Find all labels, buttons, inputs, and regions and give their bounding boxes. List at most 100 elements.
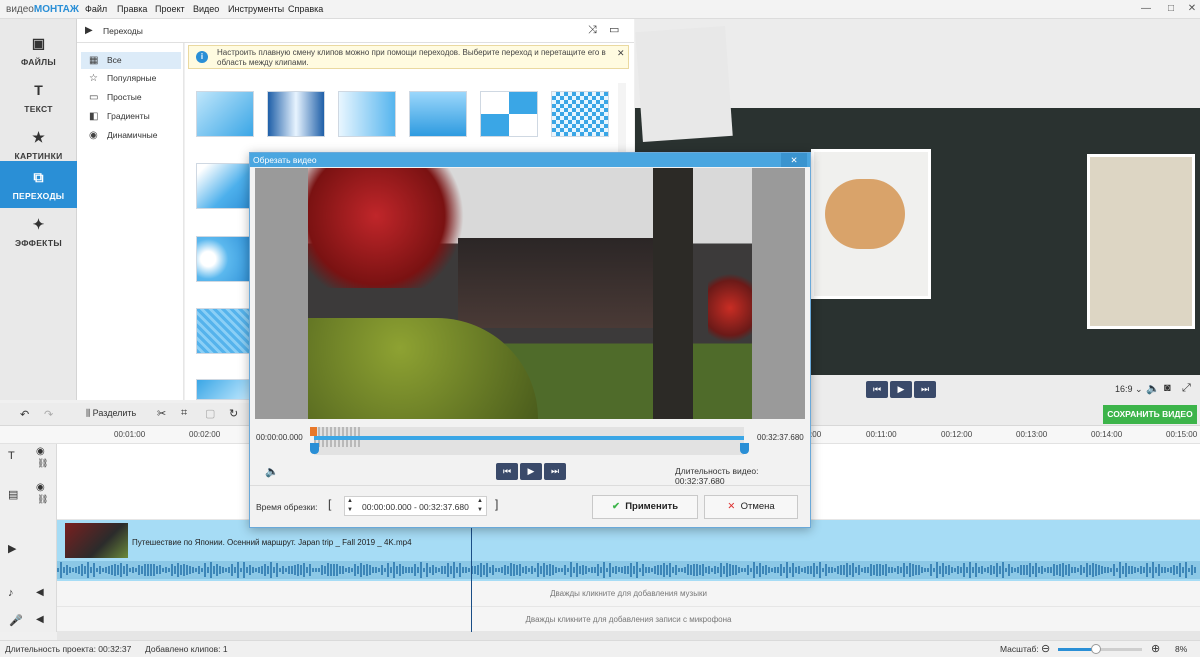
set-start-bracket-icon[interactable]: [: [328, 497, 331, 511]
zoom-slider-handle[interactable]: [1090, 644, 1101, 654]
apply-button[interactable]: ✔ Применить: [592, 495, 698, 519]
waveform-bar: [507, 565, 509, 575]
undo-icon[interactable]: ↶: [20, 408, 29, 421]
fullscreen-icon[interactable]: ⤢: [1182, 382, 1191, 395]
video-track[interactable]: Путешествие по Японии. Осенний маршрут. …: [57, 520, 1200, 581]
mic-track[interactable]: Дважды кликните для добавления записи с …: [57, 607, 1200, 632]
nav-effects[interactable]: ✦ ЭФФЕКТЫ: [0, 208, 77, 255]
category-all[interactable]: ▦ Все: [81, 52, 181, 69]
split-button[interactable]: ⫼ Разделить: [86, 408, 136, 419]
menu-video[interactable]: Видео: [193, 4, 219, 14]
scissors-icon[interactable]: ✂: [157, 407, 166, 420]
trim-time-field[interactable]: ▲ ▼ 00:00:00.000 - 00:32:37.680 ▲ ▼: [344, 496, 487, 516]
prev-frame-icon[interactable]: ⏮: [496, 463, 518, 480]
rotate-icon[interactable]: ↻: [229, 407, 238, 420]
trim-selected-range: [314, 436, 744, 440]
transition-thumb[interactable]: [196, 91, 254, 137]
category-popular[interactable]: ☆ Популярные: [81, 70, 181, 87]
waveform-bar: [105, 566, 107, 574]
zoom-in-icon[interactable]: ⊕: [1151, 642, 1160, 655]
menu-help[interactable]: Справка: [288, 4, 323, 14]
waveform-bar: [393, 562, 395, 578]
next-frame-icon[interactable]: ⏭: [914, 381, 936, 398]
speaker-icon[interactable]: ◀: [36, 614, 44, 625]
trim-end-handle[interactable]: [740, 443, 749, 454]
waveform-bar: [213, 565, 215, 575]
playhead-marker[interactable]: [310, 427, 317, 436]
waveform-bar: [804, 567, 806, 573]
minimize-icon[interactable]: —: [1136, 3, 1156, 14]
link-icon[interactable]: ⛓: [37, 494, 48, 505]
waveform-bar: [204, 562, 206, 578]
play-icon[interactable]: ▶: [890, 381, 912, 398]
next-frame-icon[interactable]: ⏭: [544, 463, 566, 480]
zoom-slider[interactable]: [1058, 644, 1142, 654]
volume-icon[interactable]: 🔈: [265, 465, 279, 478]
set-end-bracket-icon[interactable]: ]: [495, 497, 498, 511]
waveform-bar: [294, 564, 296, 576]
menu-file[interactable]: Файл: [85, 4, 107, 14]
eye-icon[interactable]: ◉: [36, 446, 45, 457]
waveform-bar: [603, 562, 605, 578]
increment-icon[interactable]: ▲: [477, 498, 483, 504]
waveform-bar: [711, 567, 713, 572]
waveform-bar: [504, 564, 506, 576]
waveform-bar: [642, 563, 644, 577]
save-video-button[interactable]: СОХРАНИТЬ ВИДЕО: [1103, 405, 1197, 424]
transition-thumb[interactable]: [480, 91, 538, 137]
maximize-icon[interactable]: □: [1161, 3, 1181, 14]
trim-range-bar[interactable]: [310, 427, 749, 455]
category-simple[interactable]: ▭ Простые: [81, 89, 181, 106]
close-icon[interactable]: ✕: [1182, 3, 1200, 14]
close-icon[interactable]: ✕: [617, 48, 625, 58]
redo-icon[interactable]: ↷: [44, 408, 53, 421]
play-icon[interactable]: ▶: [520, 463, 542, 480]
category-gradients[interactable]: ◧ Градиенты: [81, 108, 181, 125]
zoom-out-icon[interactable]: ⊖: [1041, 642, 1050, 655]
shuffle-icon[interactable]: ⤨: [588, 24, 597, 37]
nav-transitions[interactable]: ⧉ ПЕРЕХОДЫ: [0, 161, 77, 208]
gradient-icon: ◧: [89, 111, 99, 122]
menu-project[interactable]: Проект: [155, 4, 185, 14]
waveform-bar: [1077, 567, 1079, 573]
crop-icon[interactable]: ⌗: [181, 407, 187, 420]
transition-thumb[interactable]: [267, 91, 325, 137]
waveform-bar: [249, 564, 251, 575]
transition-thumb[interactable]: [551, 91, 609, 137]
filmstrip-icon[interactable]: ▭: [609, 23, 619, 36]
speaker-icon[interactable]: ◀: [36, 587, 44, 598]
decrement-icon[interactable]: ▲: [347, 498, 353, 504]
music-track[interactable]: Дважды кликните для добавления музыки: [57, 581, 1200, 607]
frame-icon[interactable]: ▢: [205, 407, 215, 420]
trim-start-handle[interactable]: [310, 443, 319, 454]
volume-icon[interactable]: 🔈: [1146, 382, 1160, 395]
cancel-button[interactable]: ✕ Отмена: [704, 495, 798, 519]
waveform-bar: [624, 565, 626, 575]
timeline-scrollbar[interactable]: [57, 632, 1200, 640]
eye-icon[interactable]: ◉: [36, 482, 45, 493]
ruler-tick: 00:01:00: [114, 430, 146, 439]
nav-files[interactable]: ▣ ФАЙЛЫ: [0, 27, 77, 74]
nav-text[interactable]: T ТЕКСТ: [0, 74, 77, 121]
increment-icon[interactable]: ▼: [477, 507, 483, 513]
transition-thumb[interactable]: [338, 91, 396, 137]
close-icon[interactable]: ✕: [781, 153, 807, 167]
link-icon[interactable]: ⛓: [37, 458, 48, 469]
waveform-bar: [1155, 567, 1157, 573]
decrement-icon[interactable]: ▼: [347, 507, 353, 513]
aspect-ratio-select[interactable]: 16:9 ⌄: [1115, 384, 1143, 395]
transition-thumb[interactable]: [409, 91, 467, 137]
menu-tools[interactable]: Инструменты: [228, 4, 284, 14]
transition-thumb[interactable]: [196, 308, 254, 354]
camera-icon[interactable]: ◙: [1164, 382, 1171, 394]
menu-edit[interactable]: Правка: [117, 4, 147, 14]
transition-thumb[interactable]: [196, 163, 254, 209]
cross-icon: ✕: [727, 501, 736, 512]
transition-thumb[interactable]: [196, 379, 254, 400]
tree-trunk: [653, 168, 693, 419]
transition-thumb[interactable]: [196, 236, 254, 282]
waveform-bar: [345, 567, 347, 573]
prev-frame-icon[interactable]: ⏮: [866, 381, 888, 398]
playhead[interactable]: [471, 520, 472, 632]
category-dynamic[interactable]: ◉ Динамичные: [81, 127, 181, 144]
